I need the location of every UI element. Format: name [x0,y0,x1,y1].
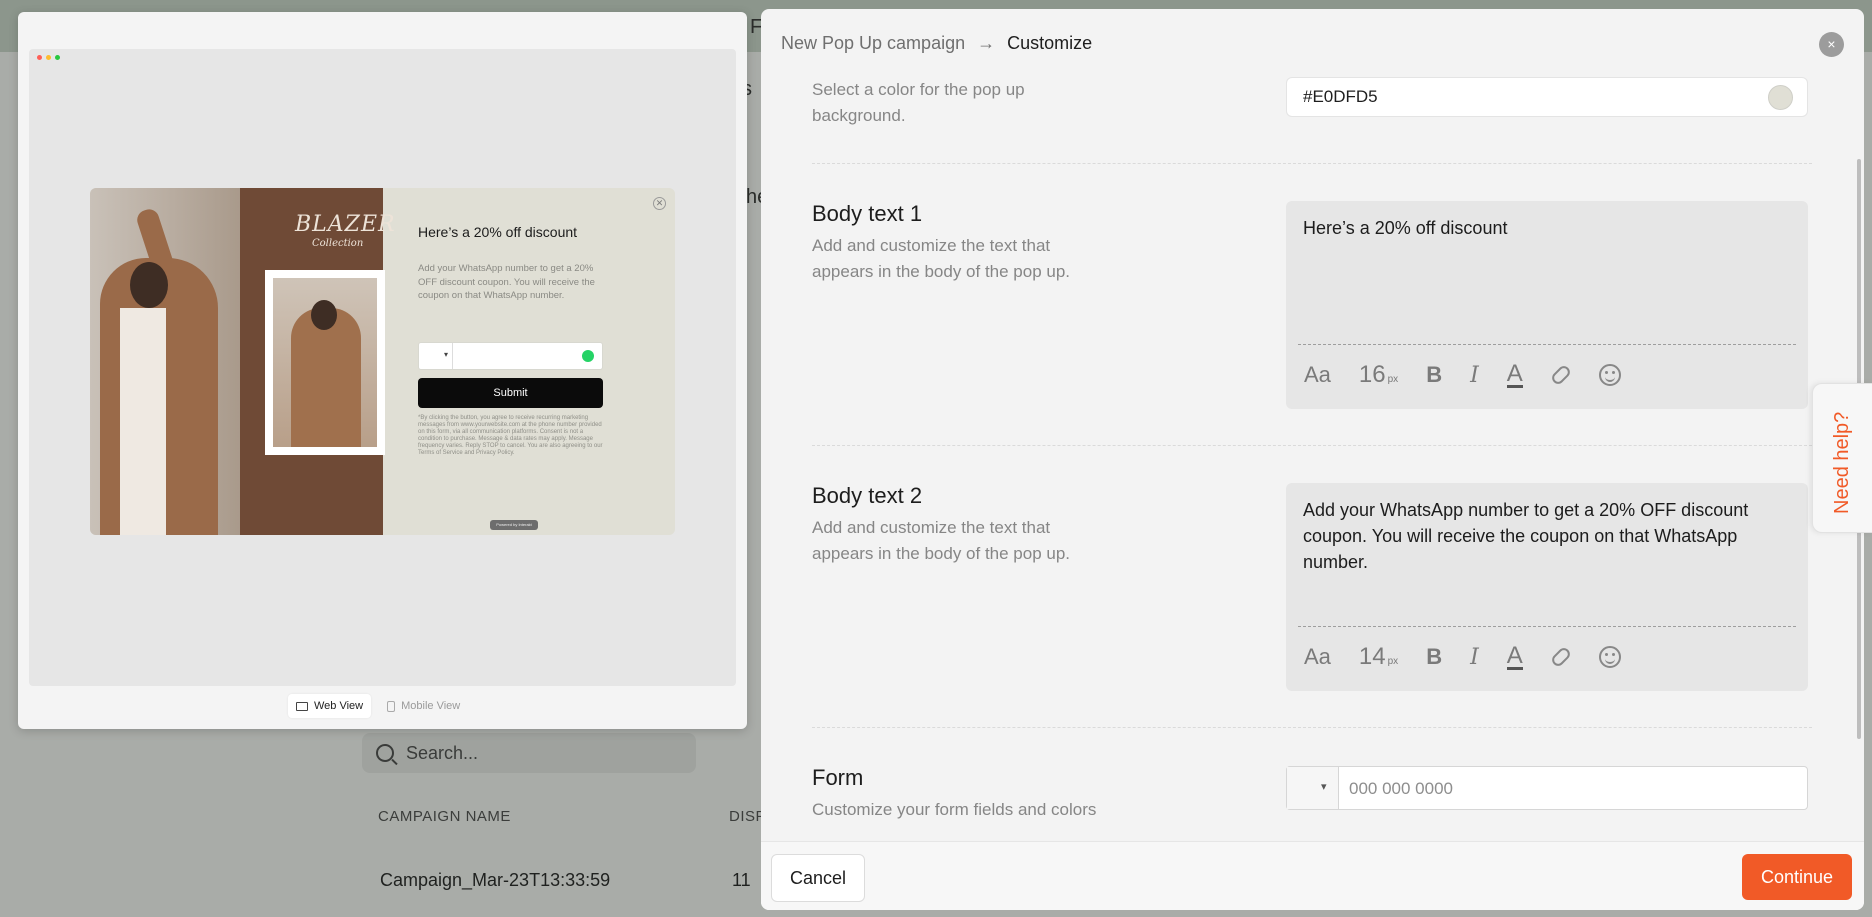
close-panel-button[interactable]: × [1819,32,1844,57]
browser-mock-frame: BLAZER Collection ✕ Here’s a 20% off dis… [29,49,736,686]
body-text-2-toolbar: Aa 14 px B I A [1304,643,1649,671]
body-text-1-toolbar: Aa 16 px B I A [1304,361,1649,389]
column-header-campaign-name[interactable]: CAMPAIGN NAME [378,808,511,825]
breadcrumb-step-2: Customize [1007,32,1093,53]
popup-preview: BLAZER Collection ✕ Here’s a 20% off dis… [90,188,675,535]
arrow-right-icon: → [977,32,996,53]
font-family-button[interactable]: Aa [1304,644,1331,670]
form-country-code-select[interactable] [1287,767,1339,809]
bold-button[interactable]: B [1426,362,1442,388]
form-desc: Customize your form fields and colors [812,800,1097,819]
desktop-icon [296,701,308,711]
form-phone-field[interactable]: 000 000 0000 [1286,766,1808,810]
bold-button[interactable]: B [1426,644,1442,670]
popup-fine-print: *By clicking the button, you agree to re… [418,415,603,456]
search-placeholder: Search... [406,742,479,763]
mobile-view-label: Mobile View [401,700,461,712]
body-text-2-editor[interactable]: Add your WhatsApp number to get a 20% OF… [1286,483,1808,691]
web-view-label: Web View [314,700,364,712]
preview-window: BLAZER Collection ✕ Here’s a 20% off dis… [18,12,747,729]
need-help-tab[interactable]: Need help? [1812,383,1872,533]
section-divider [812,445,1812,446]
popup-photo-left [90,188,240,535]
whatsapp-icon [582,350,594,362]
window-dot-green [55,55,60,60]
section-divider [812,727,1812,728]
popup-brand-sub: Collection [312,238,364,249]
bg-color-value: #E0DFD5 [1303,87,1378,106]
breadcrumb-step-1[interactable]: New Pop Up campaign [781,33,965,54]
popup-powered-by: Powered by Interakt [490,520,538,530]
search-icon [376,744,394,762]
window-dots [37,55,60,60]
window-dot-red [37,55,42,60]
campaign-value-cell: 11 [732,870,751,890]
window-dot-yellow [46,55,51,60]
mobile-view-tab[interactable]: Mobile View [379,694,468,718]
close-icon[interactable]: ✕ [653,197,666,210]
need-help-label: Need help? [1831,411,1853,514]
popup-brand: BLAZER [295,212,396,237]
popup-body: Add your WhatsApp number to get a 20% OF… [418,263,595,301]
campaign-name-cell[interactable]: Campaign_Mar-23T13:33:59 [380,870,610,891]
italic-button[interactable]: I [1470,363,1479,388]
body-text-1-value[interactable]: Here’s a 20% off discount [1303,215,1793,241]
section-divider [812,163,1812,164]
country-code-select[interactable] [419,343,453,369]
font-size-control[interactable]: 16 px [1359,361,1398,389]
web-view-tab[interactable]: Web View [288,694,372,718]
bg-color-input[interactable]: #E0DFD5 [1286,77,1808,117]
bg-color-desc: Select a color for the pop up background… [812,80,1025,125]
panel-header: New Pop Up campaign → Customize [761,9,1864,77]
cancel-button[interactable]: Cancel [771,854,865,902]
popup-framed-photo [265,270,385,455]
font-family-button[interactable]: Aa [1304,362,1331,388]
form-phone-placeholder: 000 000 0000 [1349,779,1453,798]
body-text-2-value[interactable]: Add your WhatsApp number to get a 20% OF… [1303,497,1793,575]
emoji-icon[interactable] [1598,646,1621,668]
body-text-2-desc: Add and customize the text that appears … [812,518,1071,563]
body-text-1-desc: Add and customize the text that appears … [812,236,1071,281]
popup-phone-input[interactable] [418,342,603,370]
text-color-button[interactable]: A [1506,361,1523,388]
emoji-icon[interactable] [1598,364,1621,386]
view-switch: Web View Mobile View [288,694,468,718]
background-search-input[interactable]: Search... [362,733,696,773]
customize-panel: New Pop Up campaign → Customize × Select… [761,9,1864,910]
body-text-1-editor[interactable]: Here’s a 20% off discount Aa 16 px B I A [1286,201,1808,409]
popup-headline: Here’s a 20% off discount [418,224,578,240]
italic-button[interactable]: I [1470,645,1479,670]
text-color-button[interactable]: A [1506,643,1523,670]
mobile-icon [387,700,396,712]
continue-button[interactable]: Continue [1742,854,1852,900]
link-icon[interactable] [1549,363,1573,387]
link-icon[interactable] [1549,645,1573,669]
font-size-control[interactable]: 14 px [1359,643,1398,671]
panel-footer: Cancel Continue [761,841,1864,910]
color-swatch[interactable] [1768,85,1793,110]
popup-submit-button[interactable]: Submit [418,378,603,408]
